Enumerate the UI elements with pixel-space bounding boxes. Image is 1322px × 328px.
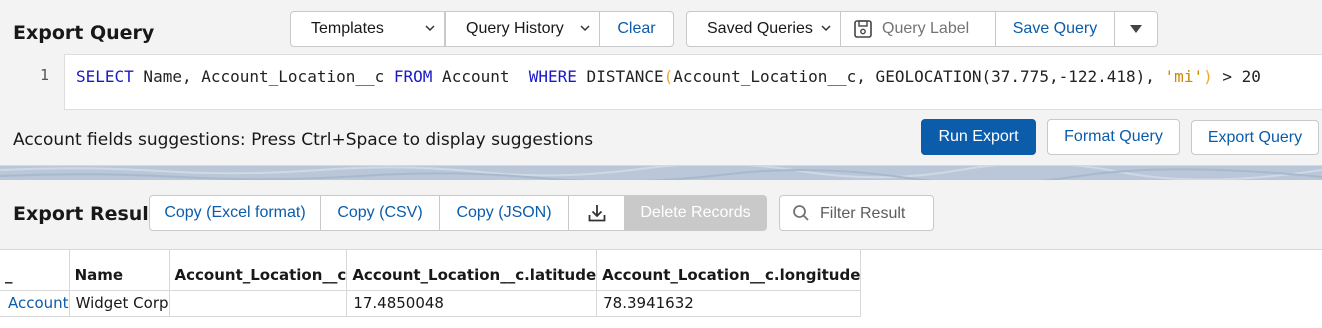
- chevron-down-icon: [425, 25, 435, 32]
- query-text[interactable]: SELECT Name, Account_Location__c FROM Ac…: [76, 67, 1261, 86]
- unit-string: 'mi': [1164, 67, 1204, 86]
- format-query-button[interactable]: Format Query: [1047, 119, 1180, 155]
- record-type-link[interactable]: Account: [0, 289, 70, 317]
- copy-excel-button[interactable]: Copy (Excel format): [149, 195, 321, 231]
- saved-queries-label: Saved Queries: [707, 20, 813, 37]
- save-query-button[interactable]: Save Query: [995, 11, 1115, 47]
- copy-csv-button[interactable]: Copy (CSV): [320, 195, 440, 231]
- filter-placeholder: Filter Result: [820, 205, 906, 222]
- download-button[interactable]: [568, 195, 625, 231]
- column-header-location[interactable]: Account_Location__c: [168, 250, 348, 291]
- query-editor[interactable]: 1 SELECT Name, Account_Location__c FROM …: [0, 54, 1322, 110]
- editor-gutter: 1: [0, 54, 64, 110]
- export-query-panel: Export Query Templates Query History Cle…: [0, 0, 1322, 166]
- keyword-from: FROM: [393, 67, 433, 86]
- distance-function: DISTANCE: [576, 67, 664, 86]
- run-export-button[interactable]: Run Export: [921, 119, 1036, 155]
- table-row: Account Widget Corp 17.4850048 78.394163…: [0, 289, 862, 317]
- copy-json-button[interactable]: Copy (JSON): [439, 195, 569, 231]
- query-history-label: Query History: [466, 20, 564, 37]
- distance-args: Account_Location__c, GEOLOCATION(37.775,…: [673, 67, 1165, 86]
- keyword-select: SELECT: [76, 67, 134, 86]
- caret-down-icon: [1130, 25, 1142, 33]
- templates-label: Templates: [311, 20, 384, 37]
- column-header-type[interactable]: _: [0, 250, 70, 291]
- column-header-latitude[interactable]: Account_Location__c.latitude: [346, 250, 598, 291]
- export-query-title: Export Query: [13, 22, 155, 44]
- close-paren: ): [1203, 67, 1213, 86]
- cell-longitude: 78.3941632: [596, 289, 862, 317]
- panel-separator: [0, 166, 1322, 180]
- cell-latitude: 17.4850048: [346, 289, 598, 317]
- templates-dropdown[interactable]: Templates: [290, 11, 445, 47]
- query-tail: > 20: [1212, 67, 1261, 86]
- cell-location: [168, 289, 348, 317]
- filter-result-input[interactable]: Filter Result: [779, 195, 934, 231]
- query-history-dropdown[interactable]: Query History: [445, 11, 600, 47]
- clear-button[interactable]: Clear: [599, 11, 674, 47]
- line-number: 1: [40, 66, 50, 84]
- column-header-name[interactable]: Name: [68, 250, 170, 291]
- chevron-down-icon: [821, 25, 831, 32]
- export-query-button[interactable]: Export Query: [1191, 120, 1319, 155]
- separator-pattern: [0, 166, 1322, 180]
- query-label-placeholder: Query Label: [882, 20, 970, 37]
- result-table: _ Name Account_Location__c Account_Locat…: [0, 250, 862, 317]
- keyword-where: WHERE: [528, 67, 577, 86]
- saved-queries-dropdown[interactable]: Saved Queries: [686, 11, 841, 47]
- search-icon: [793, 205, 809, 221]
- export-result-panel: Export Result Copy (Excel format) Copy (…: [0, 180, 1322, 250]
- export-result-title: Export Result: [13, 203, 158, 225]
- column-header-longitude[interactable]: Account_Location__c.longitude: [596, 250, 862, 291]
- delete-records-button[interactable]: Delete Records: [624, 195, 767, 231]
- chevron-down-icon: [580, 25, 590, 32]
- download-icon: [588, 205, 605, 222]
- open-paren: (: [663, 67, 674, 86]
- save-icon: [854, 20, 872, 38]
- save-options-button[interactable]: [1114, 11, 1158, 47]
- cell-name: Widget Corp: [68, 289, 170, 317]
- query-label-input[interactable]: Query Label: [840, 11, 996, 47]
- query-fields: Name, Account_Location__c: [133, 67, 394, 86]
- query-object: Account: [432, 67, 529, 86]
- code-area[interactable]: SELECT Name, Account_Location__c FROM Ac…: [64, 54, 1322, 110]
- suggestions-hint: Account fields suggestions: Press Ctrl+S…: [13, 130, 594, 150]
- table-header-row: _ Name Account_Location__c Account_Locat…: [0, 250, 862, 291]
